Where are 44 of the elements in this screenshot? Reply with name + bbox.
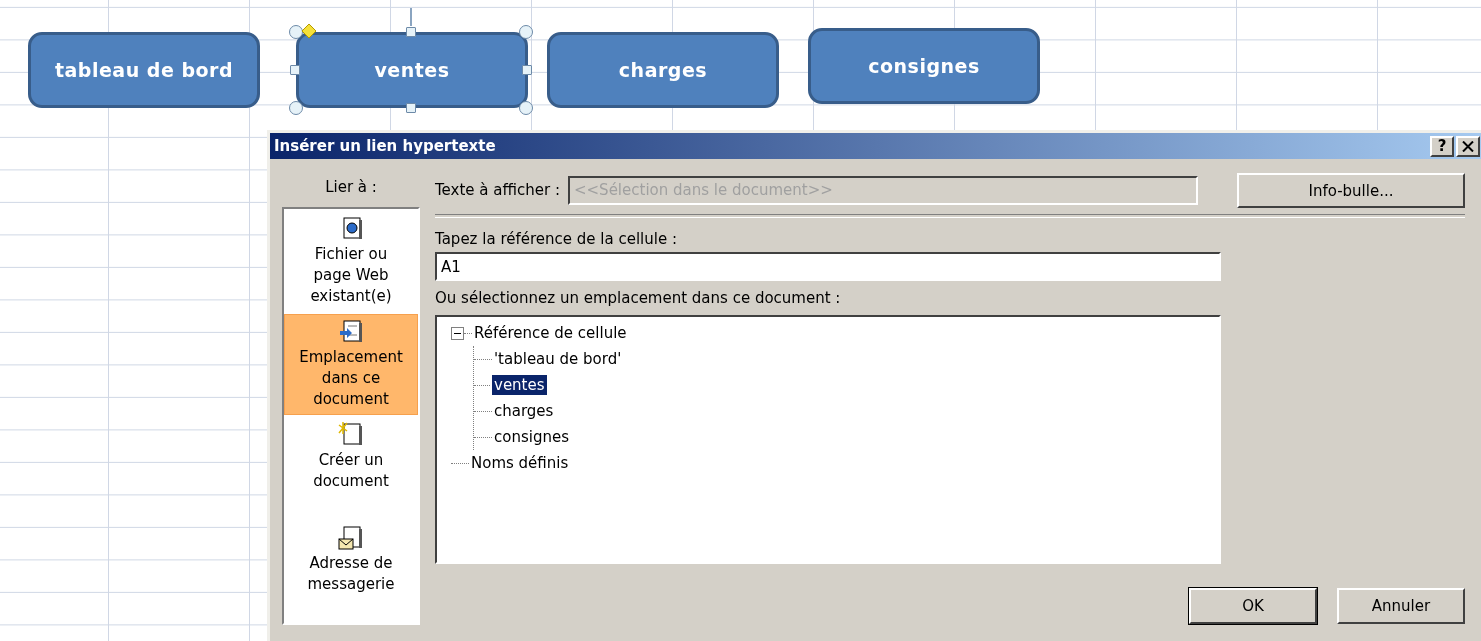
close-button[interactable] (1456, 135, 1480, 157)
field-label: Ou sélectionnez un emplacement dans ce document : (435, 289, 842, 307)
ok-button[interactable]: OK (1189, 588, 1317, 624)
new-document-icon (338, 422, 364, 448)
field-label: Texte à afficher : (435, 181, 560, 199)
cell-reference-field[interactable]: A1 (435, 252, 1221, 281)
link-type-item[interactable]: Adresse de messagerie (284, 520, 418, 621)
resize-handle[interactable] (289, 25, 303, 39)
link-type-label: Créer un document (313, 450, 389, 492)
cancel-button[interactable]: Annuler (1337, 588, 1465, 624)
tree-item[interactable]: Noms définis (469, 453, 571, 473)
close-icon (1462, 140, 1474, 152)
link-type-item[interactable]: Créer un document (284, 417, 418, 518)
adjust-handle-icon[interactable] (302, 24, 316, 38)
rounded-shape[interactable]: charges (547, 32, 779, 108)
resize-handle[interactable] (522, 65, 532, 75)
resize-handle[interactable] (289, 101, 303, 115)
resize-handle[interactable] (290, 65, 300, 75)
tooltip-button[interactable]: Info-bulle... (1237, 173, 1465, 208)
resize-handle[interactable] (519, 101, 533, 115)
rotate-handle-line (409, 8, 413, 26)
tree-item[interactable]: consignes (492, 427, 571, 447)
link-to-label: Lier à : (324, 177, 378, 198)
link-type-label: Fichier ou page Web existant(e) (310, 244, 392, 307)
dialog-title: Insérer un lien hypertexte (274, 137, 497, 155)
tree-item[interactable]: Référence de cellule (472, 323, 629, 343)
link-type-item[interactable]: Fichier ou page Web existant(e) (284, 211, 418, 312)
field-label: Tapez la référence de la cellule : (435, 230, 678, 248)
tree-item[interactable]: ventes (492, 375, 547, 395)
resize-handle[interactable] (519, 25, 533, 39)
tree-item[interactable]: charges (492, 401, 556, 421)
rounded-shape[interactable]: tableau de bord (28, 32, 260, 108)
rounded-shape[interactable]: consignes (808, 28, 1040, 104)
resize-handle[interactable] (406, 27, 416, 37)
document-arrow-icon (338, 319, 364, 345)
rounded-shape[interactable]: ventes (296, 32, 528, 108)
link-type-item[interactable]: Emplacement dans ce document (284, 314, 418, 415)
resize-handle[interactable] (406, 103, 416, 113)
tree-item[interactable]: 'tableau de bord' (492, 349, 624, 369)
link-type-label: Adresse de messagerie (307, 553, 395, 595)
collapse-icon[interactable] (451, 326, 464, 340)
help-button[interactable]: ? (1430, 135, 1454, 157)
link-type-label: Emplacement dans ce document (299, 347, 403, 410)
document-envelope-icon (338, 525, 364, 551)
